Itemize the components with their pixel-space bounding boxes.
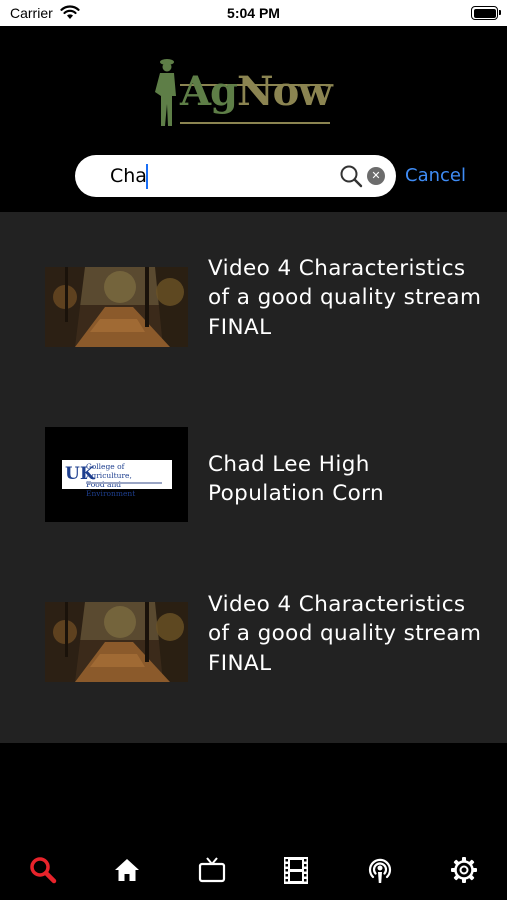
tv-icon [198,857,226,883]
clear-search-icon[interactable]: ✕ [367,167,385,185]
tab-tv[interactable] [197,855,227,885]
home-icon [115,859,139,881]
tab-bar [0,840,507,900]
tab-home[interactable] [112,855,142,885]
tab-search[interactable] [28,855,58,885]
result-item[interactable]: Video 4 Characteristics of a good qualit… [0,590,507,720]
result-title: Chad Lee High Population Corn [208,452,385,507]
agnow-logo: AgNow [150,56,335,132]
search-bar[interactable]: ✕ [75,155,396,197]
result-item[interactable]: UK College of Agriculture, Food and Envir… [0,427,507,523]
forest-path-image [45,602,188,682]
result-title: Video 4 Characteristics of a good qualit… [208,256,482,340]
video-thumbnail-forest [45,267,188,347]
result-title: Video 4 Characteristics of a good qualit… [208,592,482,676]
logo-wordmark: AgNow [180,68,333,115]
cancel-button[interactable]: Cancel [405,165,466,186]
tab-films[interactable] [281,855,311,885]
status-bar: Carrier 5:04 PM [0,0,507,26]
search-input[interactable] [110,163,330,189]
search-icon [340,165,363,188]
video-thumbnail-forest [45,602,188,682]
tab-podcasts[interactable] [365,855,395,885]
gear-icon [451,857,477,883]
film-icon [284,857,308,884]
status-time: 5:04 PM [227,5,280,21]
podcast-icon [368,858,392,883]
search-results-list: Video 4 Characteristics of a good qualit… [0,212,507,743]
battery-icon [471,6,501,20]
uk-college-logo: UK College of Agriculture, Food and Envir… [62,460,172,498]
forest-path-image [45,267,188,347]
search-icon [30,857,57,884]
video-thumbnail-uk: UK College of Agriculture, Food and Envir… [45,427,188,522]
text-cursor [146,164,148,189]
result-item[interactable]: Video 4 Characteristics of a good qualit… [0,254,507,384]
tab-settings[interactable] [449,855,479,885]
